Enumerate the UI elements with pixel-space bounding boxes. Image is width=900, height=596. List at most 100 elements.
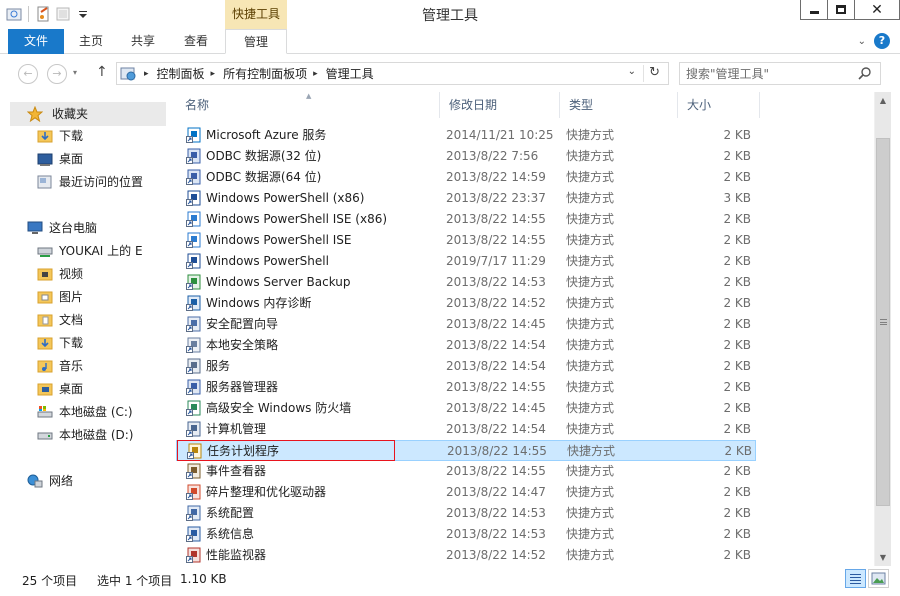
recent-locations-chevron-icon[interactable]: ▾ [73,68,77,77]
powershell-icon [186,190,202,206]
search-icon[interactable] [858,66,872,80]
tab-share[interactable]: 共享 [122,29,164,54]
address-bar[interactable]: ▸ 控制面板 ▸ 所有控制面板项 ▸ 管理工具 ⌄ ↻ [116,62,669,85]
nav-item-network-drive[interactable]: YOUKAI 上的 E [37,240,143,262]
file-size: 2 KB [723,422,751,436]
nav-item-desktop[interactable]: 桌面 [37,148,83,170]
highlight-box [177,440,395,461]
table-row[interactable]: 系统配置 2013/8/22 14:53 快捷方式 2 KB [176,503,756,524]
nav-item-drive-c[interactable]: 本地磁盘 (C:) [37,401,133,423]
file-size: 2 KB [723,212,751,226]
file-size: 2 KB [723,233,751,247]
table-row[interactable]: 高级安全 Windows 防火墙 2013/8/22 14:45 快捷方式 2 KB [176,398,756,419]
file-size: 2 KB [723,338,751,352]
table-row[interactable]: Windows PowerShell ISE 2013/8/22 14:55 快捷方… [176,230,756,251]
table-row[interactable]: Windows PowerShell ISE (x86) 2013/8/22 14… [176,209,756,230]
column-header-size[interactable]: 大小 [678,92,760,118]
breadcrumb-all-items[interactable]: 所有控制面板项 [223,65,307,82]
scroll-up-icon[interactable]: ▲ [875,92,891,109]
breadcrumb-separator-icon[interactable]: ▸ [144,69,149,79]
file-type: 快捷方式 [567,444,616,458]
desktop-icon [37,151,53,167]
nav-this-pc[interactable]: 这台电脑 [27,217,97,239]
nav-item-recent-places[interactable]: 最近访问的位置 [37,171,143,193]
scroll-thumb[interactable] [876,138,890,506]
file-name: Windows PowerShell (x86) [206,191,365,205]
table-row[interactable]: 服务器管理器 2013/8/22 14:55 快捷方式 2 KB [176,377,756,398]
file-name: 本地安全策略 [206,338,279,352]
file-name: Windows PowerShell ISE [206,233,352,247]
file-size: 2 KB [723,296,751,310]
table-row[interactable]: Windows PowerShell (x86) 2013/8/22 23:37 快… [176,188,756,209]
table-row[interactable]: 系统信息 2013/8/22 14:53 快捷方式 2 KB [176,524,756,545]
breadcrumb-control-panel[interactable]: 控制面板 [157,65,205,82]
nav-item-documents[interactable]: 文档 [37,309,83,331]
breadcrumb-separator-icon[interactable]: ▸ [313,69,318,79]
nav-item-pictures[interactable]: 图片 [37,286,83,308]
file-date: 2013/8/22 14:52 [446,548,546,562]
large-icons-view-button[interactable] [868,569,889,588]
forward-button[interactable]: → [47,64,67,84]
explorer-app-icon[interactable] [6,6,22,22]
up-button[interactable]: ↑ [96,64,108,80]
tab-manage[interactable]: 管理 [225,29,287,54]
column-header-date[interactable]: 修改日期 [440,92,560,118]
nav-network[interactable]: 网络 [27,470,73,492]
sort-ascending-icon: ▲ [306,92,312,100]
table-row[interactable]: Microsoft Azure 服务 2014/11/21 10:25 快捷方式 2 … [176,125,756,146]
odbc-icon [186,148,202,164]
vertical-scrollbar[interactable]: ▲ ▼ [874,92,891,566]
address-row: ← → ▾ ↑ ▸ 控制面板 ▸ 所有控制面板项 ▸ 管理工具 ⌄ ↻ [0,55,900,91]
table-row[interactable]: 安全配置向导 2013/8/22 14:45 快捷方式 2 KB [176,314,756,335]
search-box[interactable] [679,62,881,85]
nav-item-drive-d[interactable]: 本地磁盘 (D:) [37,424,133,446]
table-row[interactable]: ODBC 数据源(64 位) 2013/8/22 14:59 快捷方式 2 KB [176,167,756,188]
downloads-folder-icon [37,335,53,351]
breadcrumb-admin-tools[interactable]: 管理工具 [326,65,374,82]
nav-item-videos[interactable]: 视频 [37,263,83,285]
column-header-type[interactable]: 类型 [560,92,678,118]
table-row[interactable]: Windows Server Backup 2013/8/22 14:53 快捷方式… [176,272,756,293]
table-row[interactable]: 事件查看器 2013/8/22 14:55 快捷方式 2 KB [176,461,756,482]
table-row[interactable]: 碎片整理和优化驱动器 2013/8/22 14:47 快捷方式 2 KB [176,482,756,503]
file-type: 快捷方式 [566,170,615,184]
customize-qat-chevron-icon[interactable] [75,6,91,22]
breadcrumb-separator-icon[interactable]: ▸ [211,69,216,79]
table-row[interactable]: 计算机管理 2013/8/22 14:54 快捷方式 2 KB [176,419,756,440]
help-icon[interactable]: ? [874,33,890,49]
nav-favorites[interactable]: 收藏夹 [10,102,166,126]
close-button[interactable]: ✕ [854,0,900,20]
nav-item-downloads[interactable]: 下载 [37,125,83,147]
table-row[interactable]: Windows PowerShell 2019/7/17 11:29 快捷方式 2 K… [176,251,756,272]
tab-home[interactable]: 主页 [70,29,112,54]
table-row[interactable]: 性能监视器 2013/8/22 14:52 快捷方式 2 KB [176,545,756,566]
scroll-down-icon[interactable]: ▼ [875,549,891,566]
file-name: 安全配置向导 [206,317,279,331]
back-button[interactable]: ← [18,64,38,84]
ribbon-right-controls: ⌄ ? [858,33,890,49]
maximize-button[interactable] [827,0,855,20]
address-dropdown-chevron-icon[interactable]: ⌄ [628,66,636,77]
event-viewer-icon [186,463,202,479]
file-type: 快捷方式 [566,254,615,268]
minimize-button[interactable] [800,0,828,20]
expand-ribbon-chevron-icon[interactable]: ⌄ [858,36,866,47]
context-tab-header: 快捷工具 [225,0,287,29]
table-row[interactable]: 服务 2013/8/22 14:54 快捷方式 2 KB [176,356,756,377]
details-view-button[interactable] [845,569,866,588]
table-row[interactable]: ODBC 数据源(32 位) 2013/8/22 7:56 快捷方式 2 KB [176,146,756,167]
nav-item-desktop-pc[interactable]: 桌面 [37,378,83,400]
properties-icon[interactable] [35,6,51,22]
back-arrow-icon: ← [23,67,33,80]
table-row[interactable]: Windows 内存诊断 2013/8/22 14:52 快捷方式 2 KB [176,293,756,314]
file-date: 2013/8/22 7:56 [446,149,539,163]
file-size: 2 KB [723,548,751,562]
nav-item-downloads-pc[interactable]: 下载 [37,332,83,354]
nav-item-music[interactable]: 音乐 [37,355,83,377]
refresh-icon[interactable]: ↻ [649,65,660,80]
tab-view[interactable]: 查看 [174,29,218,54]
tab-file[interactable]: 文件 [8,29,64,54]
search-input[interactable] [686,63,856,84]
table-row[interactable]: 本地安全策略 2013/8/22 14:54 快捷方式 2 KB [176,335,756,356]
new-folder-icon[interactable] [55,6,71,22]
